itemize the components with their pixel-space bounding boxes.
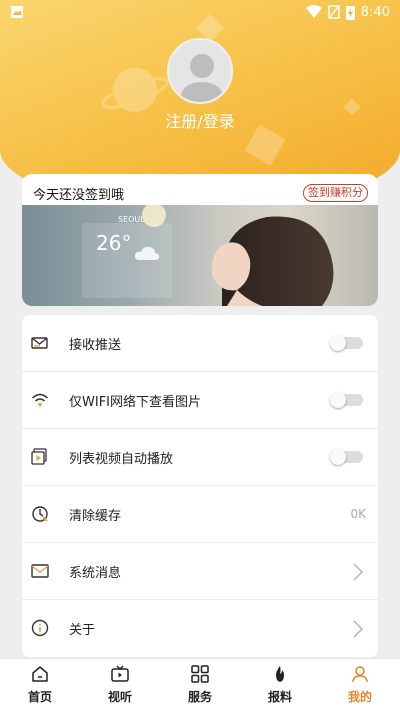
autoplay-toggle[interactable] xyxy=(330,449,363,465)
flame-icon xyxy=(276,666,284,682)
info-icon xyxy=(31,619,49,637)
tab-media[interactable]: 视听 xyxy=(80,659,160,711)
wifi-signal-icon xyxy=(305,5,322,18)
avatar[interactable] xyxy=(167,38,233,104)
user-icon xyxy=(352,666,368,683)
sign-in-banner[interactable]: SEOUL 26° xyxy=(22,205,378,306)
tab-services[interactable]: 服务 xyxy=(160,659,240,711)
gallery-notification-icon xyxy=(11,6,23,18)
status-time: 8:40 xyxy=(360,4,390,20)
tv-icon xyxy=(111,665,129,682)
cell-signal-icon xyxy=(328,5,340,19)
banner-illustration xyxy=(82,205,334,306)
cloud-icon xyxy=(134,246,160,260)
cache-icon xyxy=(32,506,48,522)
banner-weather-city: SEOUL xyxy=(118,215,145,224)
wifi-images-toggle[interactable] xyxy=(330,392,363,408)
setting-row-push[interactable]: 接收推送 xyxy=(22,315,378,372)
bottom-tab-bar: 首页 视听 服务 报料 我的 xyxy=(0,658,400,711)
push-icon xyxy=(31,337,48,349)
settings-list: 接收推送 仅WIFI网络下查看图片 列表视频自动播放 清除缓存 0K 系统消息 … xyxy=(22,315,378,657)
setting-row-clear-cache[interactable]: 清除缓存 0K xyxy=(22,486,378,543)
tab-label: 服务 xyxy=(187,690,212,704)
sign-in-button[interactable]: 签到赚积分 xyxy=(303,184,368,202)
wifi-icon xyxy=(31,393,49,407)
setting-label: 关于 xyxy=(69,623,96,638)
setting-label: 列表视频自动播放 xyxy=(69,451,174,467)
mail-icon xyxy=(31,564,49,578)
tab-label: 视听 xyxy=(107,690,132,704)
chevron-right-icon xyxy=(353,563,364,581)
grid-icon xyxy=(191,665,209,683)
sign-in-title: 今天还没签到哦 xyxy=(33,188,125,203)
tab-label: 报料 xyxy=(267,690,292,704)
setting-row-wifi-images[interactable]: 仅WIFI网络下查看图片 xyxy=(22,372,378,429)
status-bar: 8:40 xyxy=(0,0,400,24)
setting-row-system-messages[interactable]: 系统消息 xyxy=(22,543,378,600)
cache-size-value: 0K xyxy=(350,507,366,521)
tab-report[interactable]: 报料 xyxy=(240,659,320,711)
banner-weather-temp: 26° xyxy=(96,231,132,255)
setting-row-about[interactable]: 关于 xyxy=(22,600,378,657)
setting-label: 清除缓存 xyxy=(69,508,122,524)
chevron-right-icon xyxy=(353,620,364,638)
tab-mine[interactable]: 我的 xyxy=(320,659,400,711)
video-icon xyxy=(31,448,47,465)
battery-charging-icon xyxy=(345,5,355,20)
login-link[interactable]: 注册/登录 xyxy=(0,108,400,132)
setting-label: 接收推送 xyxy=(69,337,122,353)
tab-label: 首页 xyxy=(27,690,52,704)
setting-label: 系统消息 xyxy=(69,565,122,581)
setting-label: 仅WIFI网络下查看图片 xyxy=(69,394,201,410)
home-icon xyxy=(32,666,48,682)
sign-in-card: 今天还没签到哦 签到赚积分 SEOUL 26° xyxy=(22,174,378,306)
setting-row-autoplay[interactable]: 列表视频自动播放 xyxy=(22,429,378,486)
push-toggle[interactable] xyxy=(330,335,363,351)
tab-label: 我的 xyxy=(347,690,372,704)
tab-home[interactable]: 首页 xyxy=(0,659,80,711)
